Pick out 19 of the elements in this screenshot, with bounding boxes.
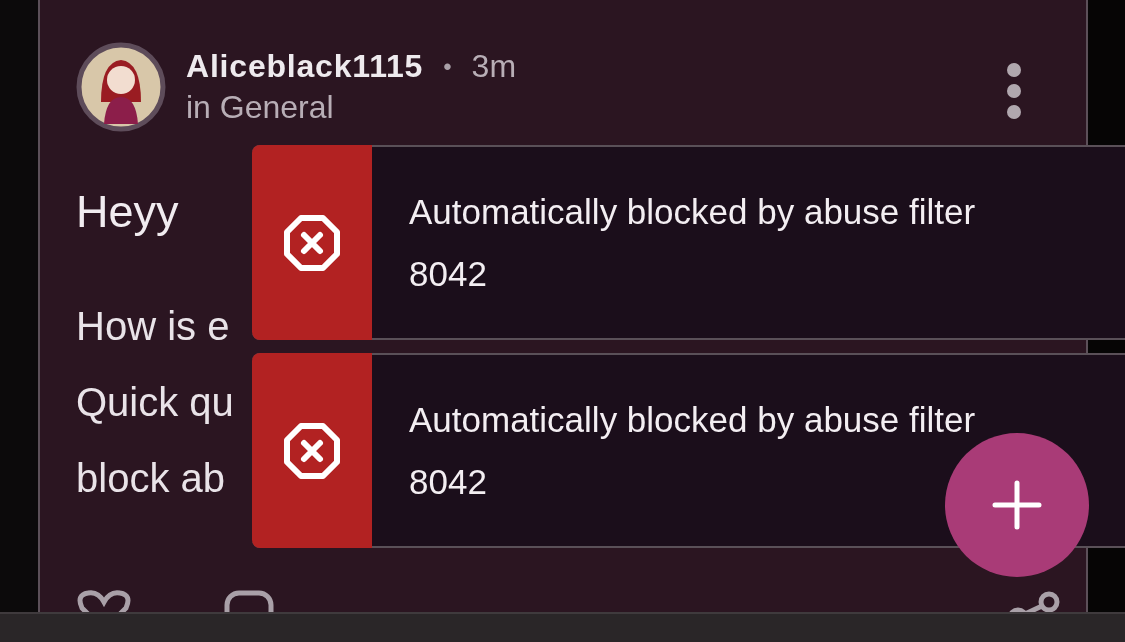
community-label[interactable]: in General [186,87,334,128]
toast-code: 8042 [409,460,488,503]
post-time: 3m [471,47,517,86]
post-body-line: How is e [76,303,230,350]
author-name[interactable]: Aliceblack1115 [186,46,424,87]
toast-code: 8042 [409,252,488,295]
heart-icon[interactable] [76,590,132,612]
separator-dot: • [443,52,452,82]
error-octagon-icon [284,422,340,479]
toast-message: Automatically blocked by abuse filter [409,398,976,441]
comment-icon[interactable] [224,590,274,612]
plus-icon [992,480,1042,530]
post-body-line: block ab [76,455,225,502]
more-options-icon[interactable] [1006,62,1022,120]
post-body-line: Quick qu [76,379,234,426]
toast-message: Automatically blocked by abuse filter [409,190,976,233]
avatar[interactable] [76,42,166,132]
post-title: Heyy [76,185,179,239]
error-octagon-icon [284,214,340,271]
